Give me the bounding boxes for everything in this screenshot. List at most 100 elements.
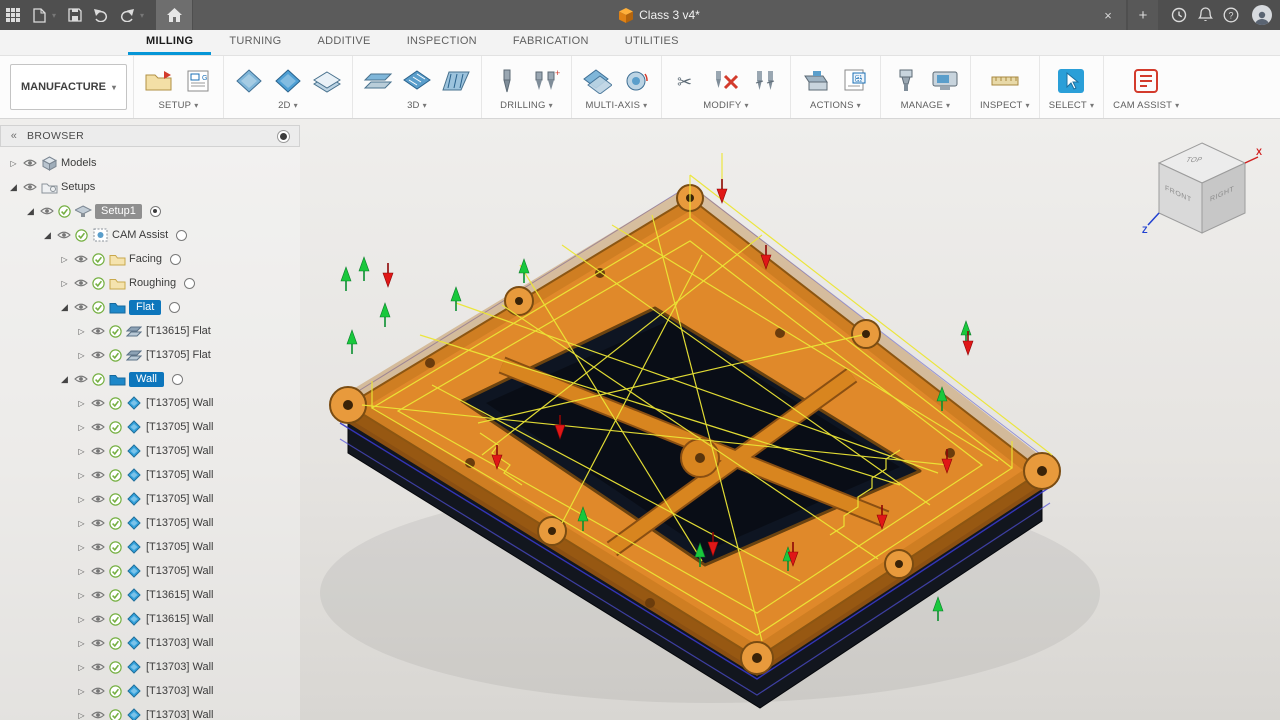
viewport-canvas[interactable]: « BROWSER ▷Models◢Setups◢Setup1◢CAM Assi… [0,119,1280,720]
expander-closed-icon[interactable]: ▷ [74,447,89,456]
visibility-eye-icon[interactable] [89,614,107,624]
tree-row--t13705-wall[interactable]: ▷[T13705] Wall [0,463,300,487]
tree-row--t13705-wall[interactable]: ▷[T13705] Wall [0,535,300,559]
tree-row--t13703-wall[interactable]: ▷[T13703] Wall [0,679,300,703]
visibility-eye-icon[interactable] [72,374,90,384]
file-menu-icon[interactable] [26,0,52,30]
visibility-eye-icon[interactable] [89,686,107,696]
steep-3d-button[interactable] [440,67,472,95]
tap-button[interactable] [749,67,781,95]
tree-row-roughing[interactable]: ▷Roughing [0,271,300,295]
expander-closed-icon[interactable]: ▷ [74,495,89,504]
tree-row--t13705-wall[interactable]: ▷[T13705] Wall [0,511,300,535]
tab-additive[interactable]: ADDITIVE [300,31,389,55]
toolbar-group-label[interactable]: 3D [407,100,427,111]
post-process-button[interactable] [800,67,832,95]
expander-closed-icon[interactable]: ▷ [74,471,89,480]
toolbar-group-label[interactable]: DRILLING [500,100,553,111]
expander-open-icon[interactable]: ◢ [57,374,72,385]
expander-closed-icon[interactable]: ▷ [74,687,89,696]
expander-closed-icon[interactable]: ▷ [57,255,72,264]
tree-row-setups[interactable]: ◢Setups [0,175,300,199]
compare-radio-dot[interactable] [150,206,161,217]
gcode-button[interactable]: G1G2 [839,67,871,95]
toolbar-group-label[interactable]: 2D [278,100,298,111]
delete-toolpath-button[interactable] [710,67,742,95]
toolbar-group-label[interactable]: CAM ASSIST [1113,100,1179,111]
document-tab[interactable]: Class 3 v4* × [193,0,1126,30]
tree-row--t13615-wall[interactable]: ▷[T13615] Wall [0,607,300,631]
expander-closed-icon[interactable]: ▷ [74,639,89,648]
visibility-eye-icon[interactable] [89,398,107,408]
tool-library-button[interactable] [890,67,922,95]
visibility-eye-icon[interactable] [72,254,90,264]
visibility-eye-icon[interactable] [72,302,90,312]
tree-row--t13615-flat[interactable]: ▷[T13615] Flat [0,319,300,343]
setup-sheet-button[interactable]: G [182,67,214,95]
compare-radio-empty[interactable] [169,302,180,313]
save-icon[interactable] [62,0,88,30]
tree-row-flat[interactable]: ◢Flat [0,295,300,319]
tree-row--t13705-wall[interactable]: ▷[T13705] Wall [0,391,300,415]
app-grid-icon[interactable] [0,0,26,30]
compare-radio-empty[interactable] [184,278,195,289]
expander-closed-icon[interactable]: ▷ [74,519,89,528]
expander-closed-icon[interactable]: ▷ [74,591,89,600]
visibility-eye-icon[interactable] [89,638,107,648]
tab-turning[interactable]: TURNING [211,31,299,55]
trim-button[interactable]: ✂ [671,67,703,95]
view-cube[interactable]: TOP FRONT RIGHT X Z [1142,133,1262,248]
expander-closed-icon[interactable]: ▷ [6,159,21,168]
expander-closed-icon[interactable]: ▷ [74,399,89,408]
tab-inspection[interactable]: INSPECTION [389,31,495,55]
cam-assist-button[interactable] [1130,67,1162,95]
tree-row--t13705-wall[interactable]: ▷[T13705] Wall [0,487,300,511]
visibility-eye-icon[interactable] [89,542,107,552]
redo-caret-icon[interactable] [140,0,150,30]
tree-row--t13705-wall[interactable]: ▷[T13705] Wall [0,439,300,463]
tree-row-cam-assist[interactable]: ◢CAM Assist [0,223,300,247]
visibility-eye-icon[interactable] [72,278,90,288]
browser-display-toggle-icon[interactable] [278,131,289,142]
visibility-eye-icon[interactable] [38,206,56,216]
tree-row--t13703-wall[interactable]: ▷[T13703] Wall [0,631,300,655]
profile-avatar[interactable] [1252,5,1272,25]
drill-button[interactable] [491,67,523,95]
face-2d-button[interactable] [311,67,343,95]
select-cursor-button[interactable] [1055,67,1087,95]
tab-milling[interactable]: MILLING [128,31,211,55]
visibility-eye-icon[interactable] [89,494,107,504]
visibility-eye-icon[interactable] [89,470,107,480]
tree-row--t13703-wall[interactable]: ▷[T13703] Wall [0,703,300,720]
compare-radio-empty[interactable] [176,230,187,241]
ruler-button[interactable] [989,67,1021,95]
visibility-eye-icon[interactable] [89,422,107,432]
visibility-eye-icon[interactable] [89,566,107,576]
tree-row-models[interactable]: ▷Models [0,151,300,175]
toolbar-group-label[interactable]: MODIFY [703,100,748,111]
browser-collapse-icon[interactable]: « [1,130,27,142]
workspace-selector[interactable]: MANUFACTURE [10,64,127,110]
tree-row--t13615-wall[interactable]: ▷[T13615] Wall [0,583,300,607]
tree-row--t13705-wall[interactable]: ▷[T13705] Wall [0,415,300,439]
job-status-icon[interactable] [1166,0,1192,30]
expander-closed-icon[interactable]: ▷ [74,543,89,552]
contour-2d-button[interactable] [272,67,304,95]
expander-closed-icon[interactable]: ▷ [74,711,89,720]
visibility-eye-icon[interactable] [89,662,107,672]
tree-row--t13705-flat[interactable]: ▷[T13705] Flat [0,343,300,367]
parallel-3d-button[interactable] [401,67,433,95]
visibility-eye-icon[interactable] [21,182,39,192]
toolbar-group-label[interactable]: SELECT [1049,100,1094,111]
expander-closed-icon[interactable]: ▷ [57,279,72,288]
expander-closed-icon[interactable]: ▷ [74,327,89,336]
rotary-button[interactable] [620,67,652,95]
compare-radio-empty[interactable] [170,254,181,265]
toolbar-group-label[interactable]: ACTIONS [810,100,861,111]
visibility-eye-icon[interactable] [89,350,107,360]
visibility-eye-icon[interactable] [89,518,107,528]
tab-fabrication[interactable]: FABRICATION [495,31,607,55]
tree-row-setup1[interactable]: ◢Setup1 [0,199,300,223]
visibility-eye-icon[interactable] [89,710,107,720]
new-tab-button[interactable]: + [1128,0,1158,30]
